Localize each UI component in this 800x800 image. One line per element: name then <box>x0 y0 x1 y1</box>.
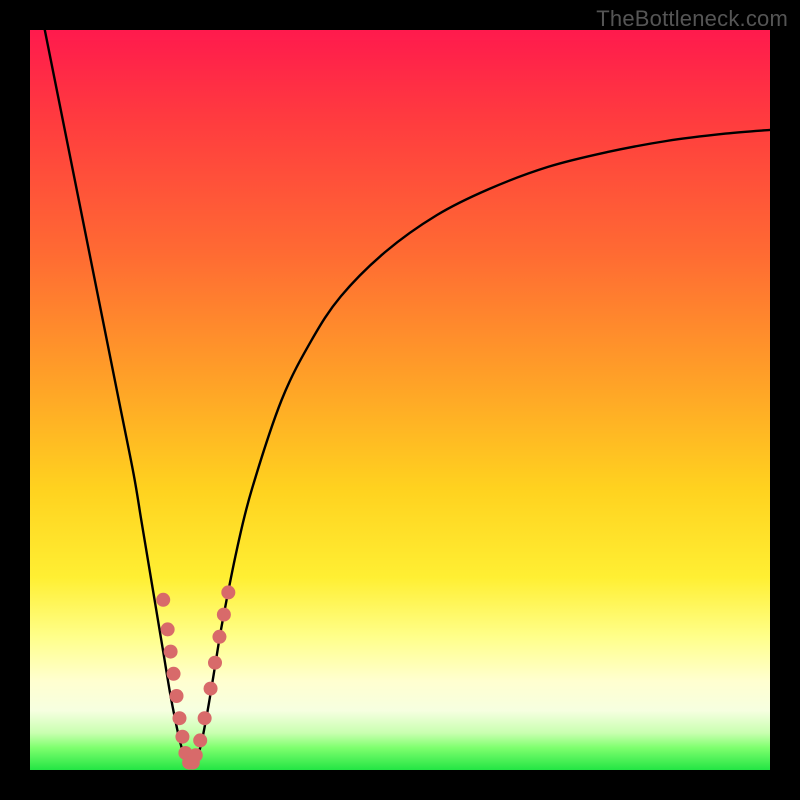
marker-dot <box>221 585 235 599</box>
marker-dot <box>164 645 178 659</box>
marker-dot <box>172 711 186 725</box>
marker-dot <box>167 667 181 681</box>
chart-frame: TheBottleneck.com <box>0 0 800 800</box>
chart-svg <box>30 30 770 770</box>
marker-dot <box>198 711 212 725</box>
marker-dot <box>170 689 184 703</box>
marker-cluster <box>156 585 235 769</box>
watermark-text: TheBottleneck.com <box>596 6 788 32</box>
marker-dot <box>175 730 189 744</box>
marker-dot <box>161 622 175 636</box>
right-branch-curve <box>193 130 770 766</box>
marker-dot <box>212 630 226 644</box>
marker-dot <box>189 748 203 762</box>
marker-dot <box>193 733 207 747</box>
marker-dot <box>208 656 222 670</box>
marker-dot <box>204 682 218 696</box>
chart-plot-area <box>30 30 770 770</box>
marker-dot <box>156 593 170 607</box>
marker-dot <box>217 608 231 622</box>
